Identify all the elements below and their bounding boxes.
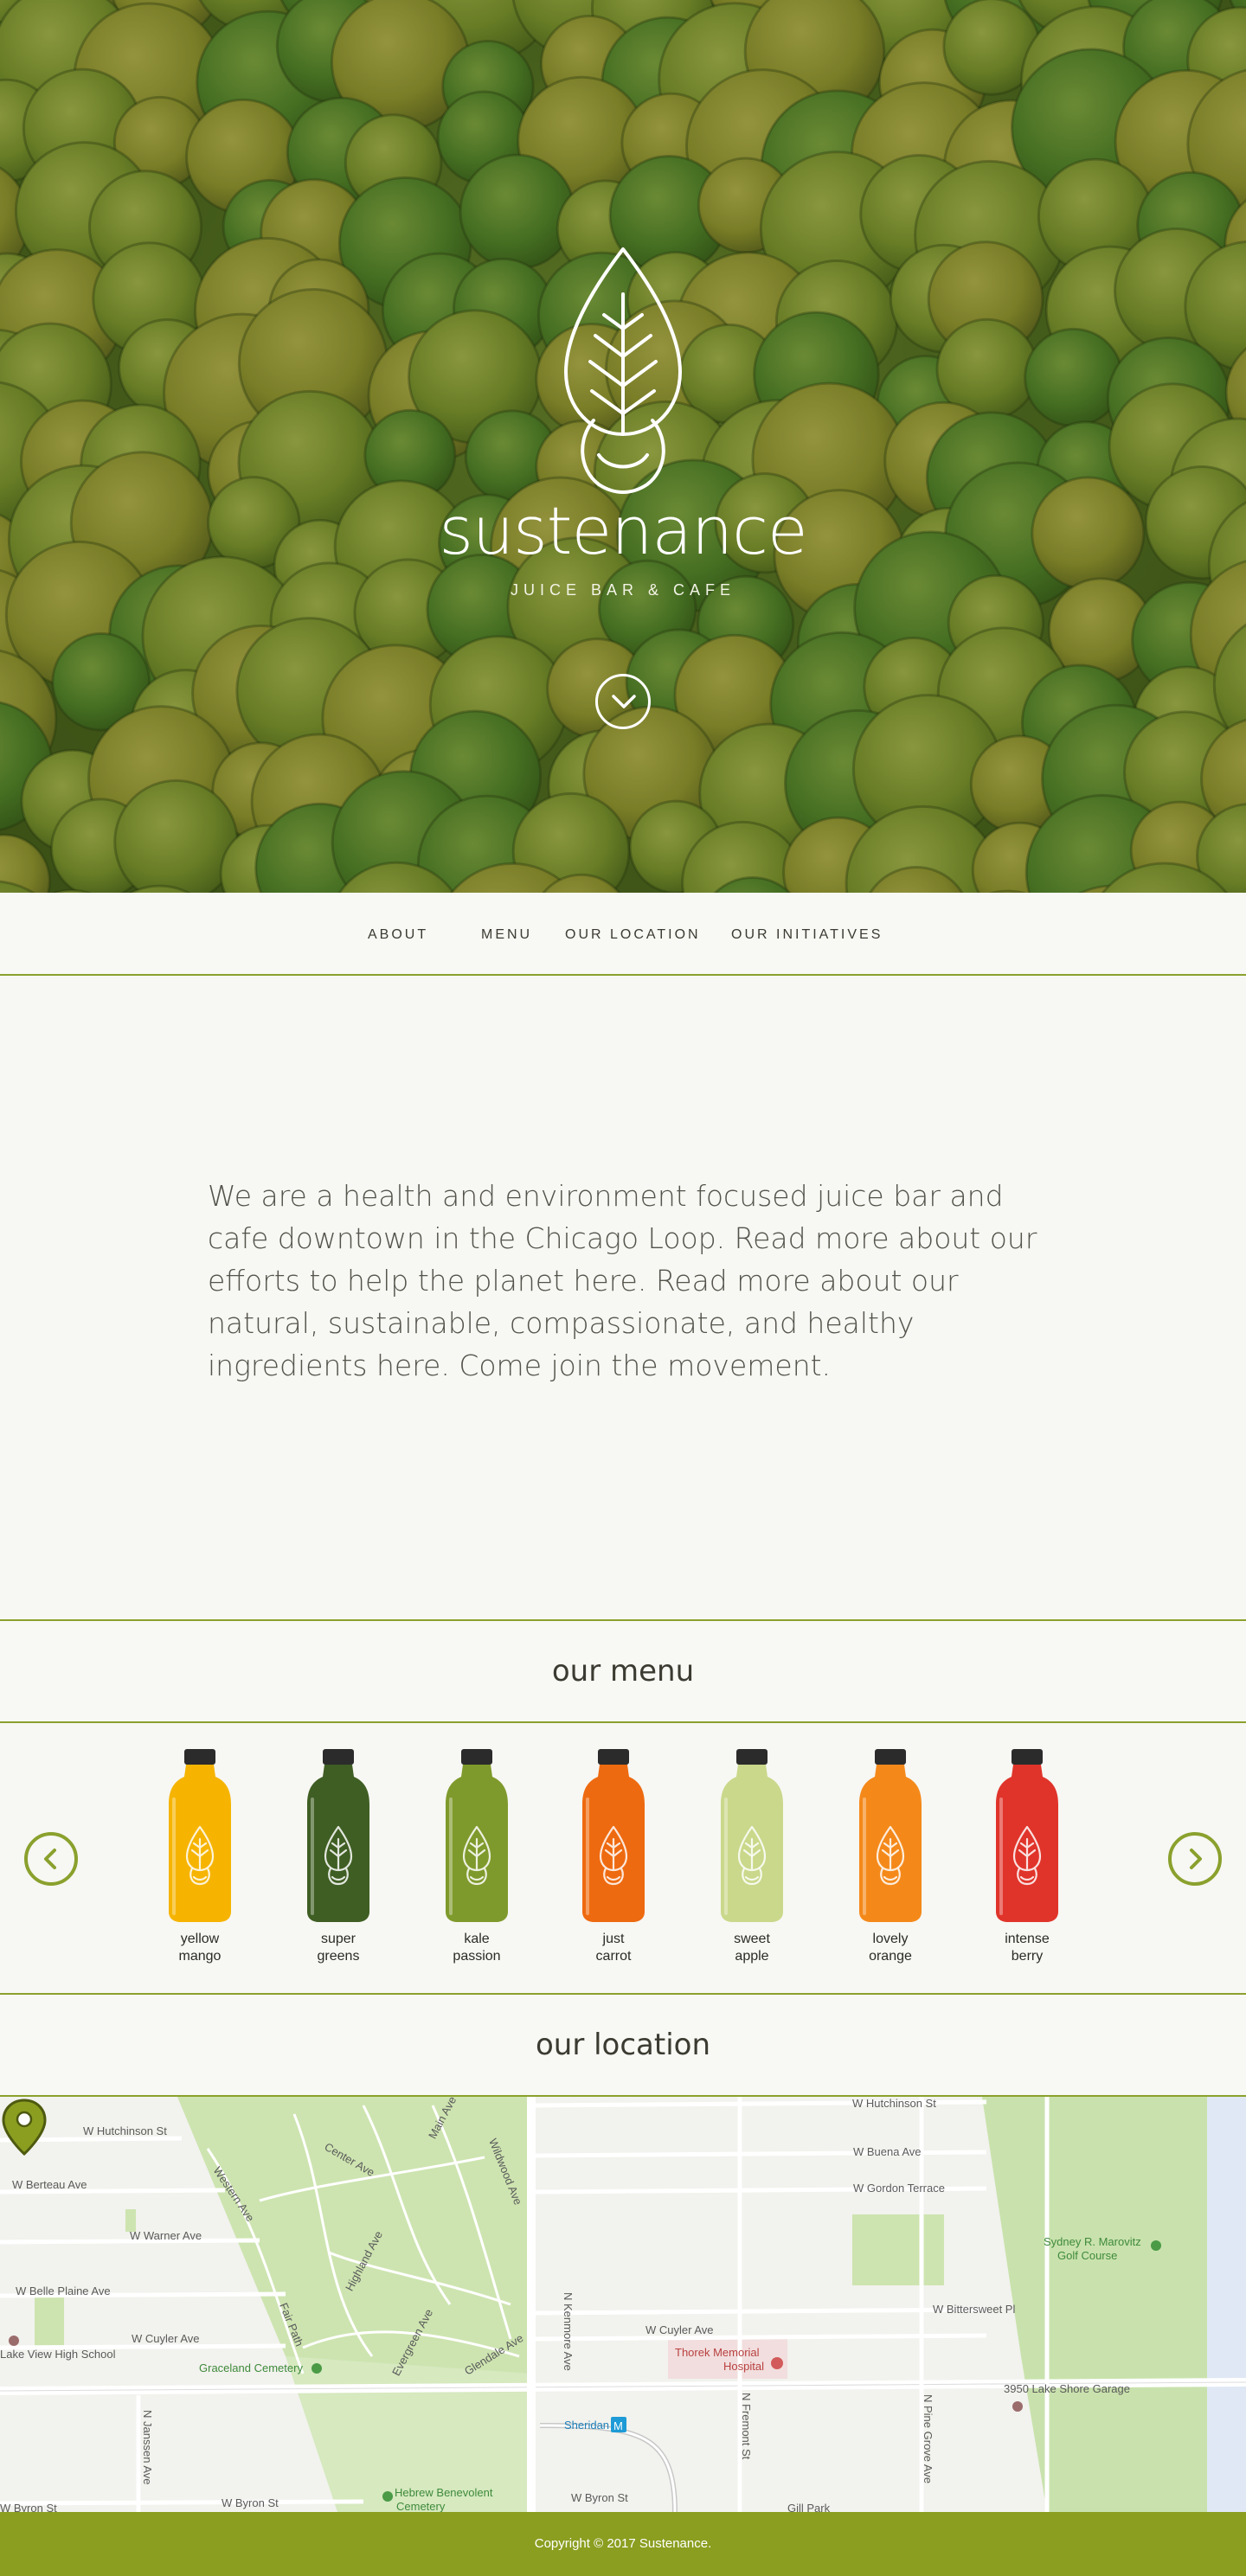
chevron-down-icon bbox=[612, 695, 636, 708]
carousel-prev-button[interactable] bbox=[24, 1832, 78, 1886]
menu-item-name-line1: intense bbox=[1005, 1932, 1050, 1946]
menu-item-bottle[interactable]: yellow mango bbox=[152, 1747, 247, 1972]
scroll-down-button[interactable] bbox=[595, 674, 651, 729]
brand-wordmark: sustenance bbox=[439, 492, 807, 569]
menu-item-name-line2: apple bbox=[735, 1949, 769, 1964]
hero-section: sustenance JUICE BAR & CAFE bbox=[0, 0, 1246, 893]
map-label: Hospital bbox=[723, 2360, 764, 2373]
chevron-right-icon bbox=[1190, 1849, 1202, 1869]
map-label: W Buena Ave bbox=[853, 2145, 922, 2158]
map-label: Golf Course bbox=[1057, 2249, 1118, 2262]
menu-item-name-line2: passion bbox=[453, 1949, 501, 1964]
about-section: We are a health and environment focused … bbox=[0, 977, 1246, 1619]
juice-bottle-icon bbox=[859, 1749, 922, 1922]
menu-item-bottle[interactable]: lovely orange bbox=[843, 1747, 938, 1972]
nav-menu[interactable]: MENU bbox=[481, 927, 532, 943]
menu-item-bottle[interactable]: intense berry bbox=[979, 1747, 1075, 1972]
menu-item-name-line2: greens bbox=[317, 1949, 360, 1964]
map-label: W Hutchinson St bbox=[83, 2124, 167, 2137]
chevron-left-icon bbox=[44, 1849, 56, 1869]
map-label: Thorek Memorial bbox=[675, 2346, 760, 2359]
juice-bottle-icon bbox=[996, 1749, 1058, 1922]
nav-our-location[interactable]: OUR LOCATION bbox=[565, 927, 701, 943]
menu-item-name-line1: yellow bbox=[180, 1932, 220, 1946]
menu-item-name: intense berry bbox=[979, 1931, 1075, 1965]
menu-carousel: yellow mango super greens kale passion just car… bbox=[0, 1723, 1246, 1991]
menu-item-name: super greens bbox=[291, 1931, 386, 1965]
map-label: W Byron St bbox=[571, 2491, 628, 2504]
map-label: Graceland Cemetery bbox=[199, 2361, 303, 2374]
map-label: W Cuyler Ave bbox=[645, 2323, 714, 2336]
map-label: Cemetery bbox=[396, 2500, 446, 2512]
map-label: 3950 Lake Shore Garage bbox=[1004, 2382, 1130, 2395]
map-label: W Cuyler Ave bbox=[132, 2332, 200, 2345]
menu-item-name-line1: kale bbox=[464, 1932, 490, 1946]
menu-item-name: just carrot bbox=[566, 1931, 661, 1965]
leaf-smile-logo-icon bbox=[564, 247, 682, 494]
map-label: Gill Park bbox=[787, 2502, 831, 2512]
menu-item-name-line1: lovely bbox=[872, 1932, 909, 1946]
location-heading: our location bbox=[535, 2028, 711, 2062]
map-label: N Janssen Ave bbox=[141, 2410, 154, 2485]
map-label: W Gordon Terrace bbox=[853, 2182, 945, 2195]
menu-item-name: lovely orange bbox=[843, 1931, 938, 1965]
menu-item-name-line1: super bbox=[320, 1932, 356, 1946]
menu-heading: our menu bbox=[551, 1654, 695, 1688]
map-label: W Warner Ave bbox=[130, 2229, 202, 2242]
juice-bottle-icon bbox=[169, 1749, 231, 1922]
location-heading-band: our location bbox=[0, 1993, 1246, 2097]
juice-bottle-icon bbox=[446, 1749, 508, 1922]
menu-item-name-line2: carrot bbox=[595, 1949, 632, 1964]
menu-item-name: yellow mango bbox=[152, 1931, 247, 1965]
menu-item-name-line1: just bbox=[602, 1932, 625, 1946]
map-label: W Hutchinson St bbox=[852, 2097, 936, 2110]
menu-item-name: sweet apple bbox=[704, 1931, 800, 1965]
map-label: Lake View High School bbox=[0, 2348, 116, 2361]
brand-tagline: JUICE BAR & CAFE bbox=[510, 581, 736, 599]
map-label: W Berteau Ave bbox=[12, 2178, 87, 2191]
svg-text:M: M bbox=[613, 2419, 623, 2432]
menu-item-name-line1: sweet bbox=[734, 1932, 770, 1946]
nav-about[interactable]: ABOUT bbox=[368, 927, 428, 943]
map-label: W Byron St bbox=[0, 2502, 57, 2512]
map-label: Sydney R. Marovitz bbox=[1044, 2235, 1141, 2248]
site-footer: Copyright © 2017 Sustenance. bbox=[0, 2512, 1246, 2576]
about-text: We are a health and environment focused … bbox=[208, 1179, 1037, 1382]
menu-item-bottle[interactable]: just carrot bbox=[566, 1747, 661, 1972]
menu-item-name-line2: berry bbox=[1011, 1949, 1044, 1964]
map-label: W Bittersweet Pl bbox=[933, 2303, 1016, 2316]
map-label: Hebrew Benevolent bbox=[395, 2486, 493, 2499]
map-label: N Kenmore Ave bbox=[562, 2292, 575, 2371]
copyright-text: Copyright © 2017 Sustenance. bbox=[534, 2536, 712, 2551]
menu-item-bottle[interactable]: sweet apple bbox=[704, 1747, 800, 1972]
menu-item-name-line2: mango bbox=[178, 1949, 222, 1964]
map-label: N Fremont St bbox=[740, 2393, 753, 2460]
carousel-next-button[interactable] bbox=[1168, 1832, 1222, 1886]
juice-bottle-icon bbox=[582, 1749, 645, 1922]
map-pin-icon[interactable] bbox=[0, 2097, 48, 2157]
map-label: W Belle Plaine Ave bbox=[16, 2284, 111, 2297]
menu-item-name: kale passion bbox=[429, 1931, 524, 1965]
menu-item-bottle[interactable]: kale passion bbox=[429, 1747, 524, 1972]
map-label: W Byron St bbox=[222, 2496, 279, 2509]
main-nav: ABOUT MENU OUR LOCATION OUR INITIATIVES bbox=[0, 893, 1246, 976]
map-label: Sheridan bbox=[564, 2419, 610, 2432]
menu-item-bottle[interactable]: super greens bbox=[291, 1747, 386, 1972]
nav-our-initiatives[interactable]: OUR INITIATIVES bbox=[731, 927, 883, 943]
menu-heading-band: our menu bbox=[0, 1619, 1246, 1723]
menu-item-name-line2: orange bbox=[869, 1949, 912, 1964]
juice-bottle-icon bbox=[721, 1749, 783, 1922]
map-base: M bbox=[0, 2097, 1246, 2512]
juice-bottle-icon bbox=[307, 1749, 369, 1922]
map-label: N Pine Grove Ave bbox=[922, 2394, 934, 2484]
location-map[interactable]: M W Hutchinson St W Hutchinson St W Bert… bbox=[0, 2097, 1246, 2512]
